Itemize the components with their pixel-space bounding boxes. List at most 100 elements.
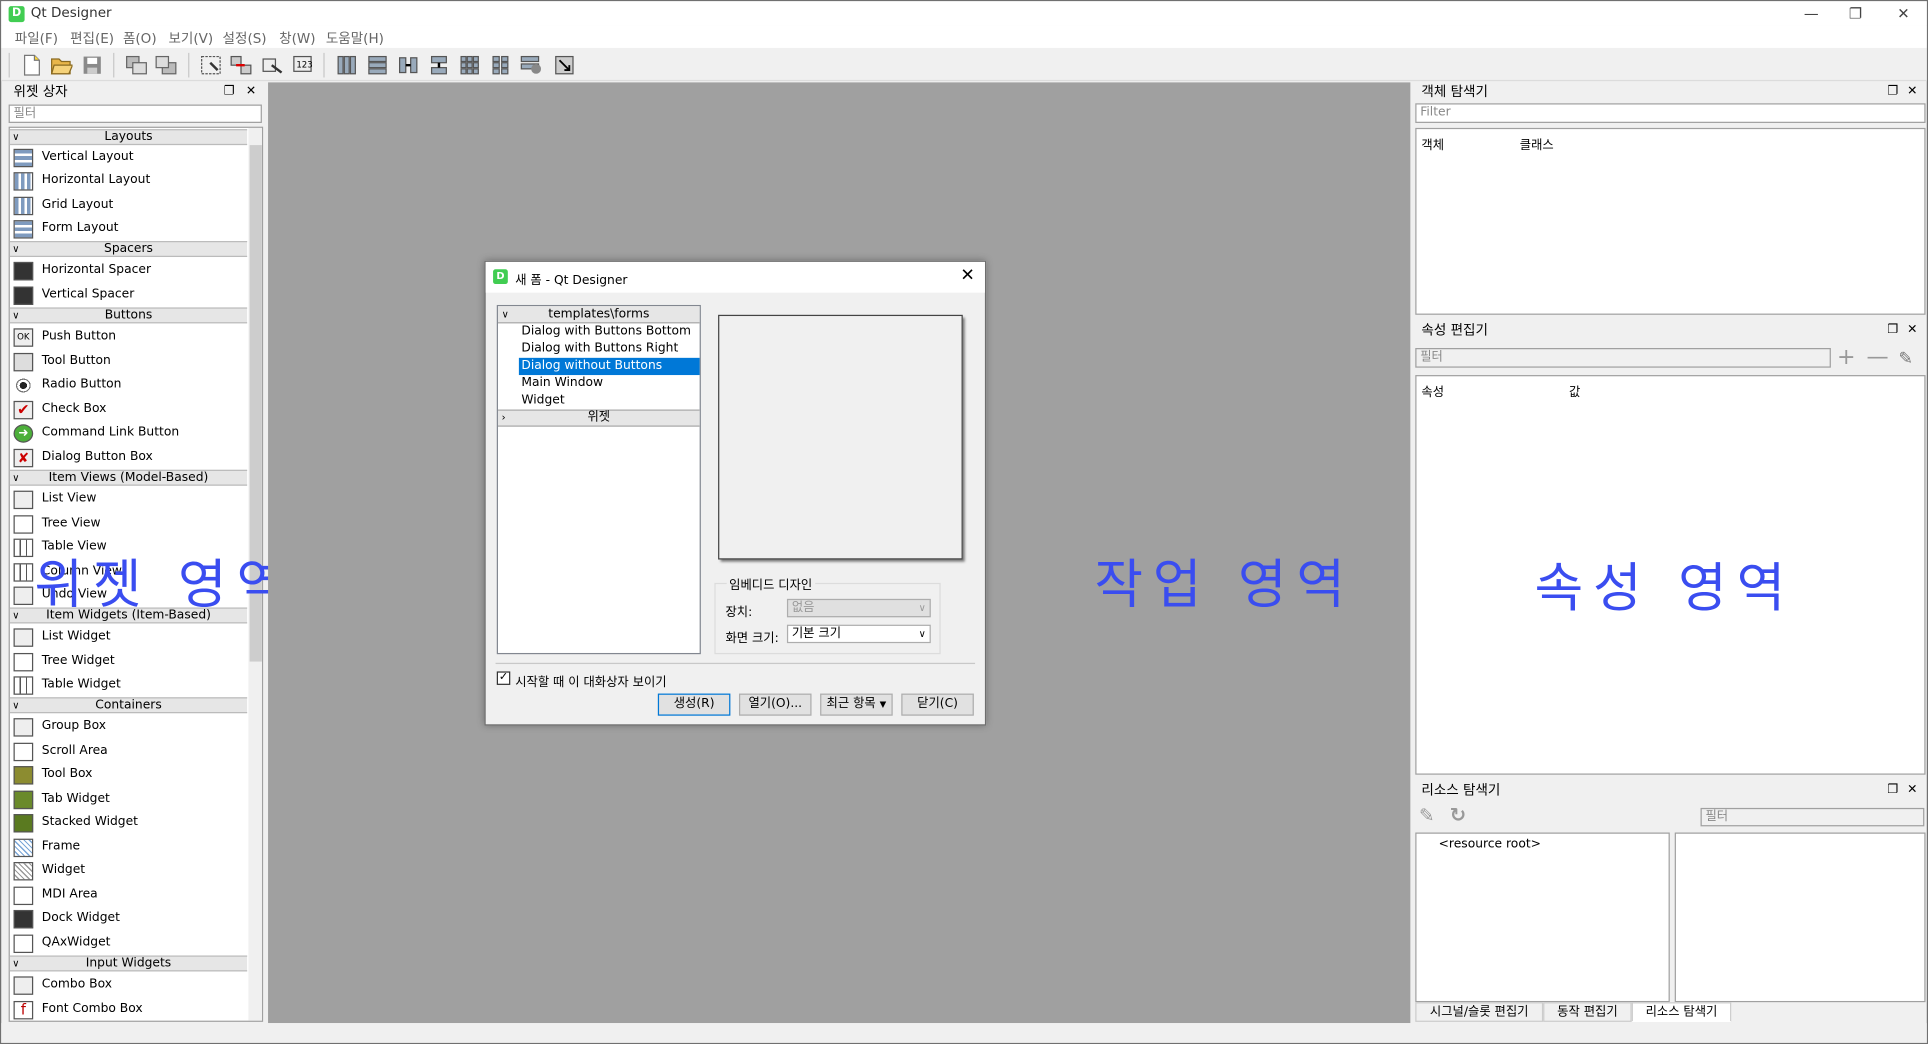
device-combo[interactable]: 없음 ∨ <box>786 598 931 618</box>
list-item[interactable]: Group Box <box>13 716 248 738</box>
resource-root-item[interactable]: <resource root> <box>1439 837 1541 851</box>
list-item[interactable]: List View <box>13 488 248 510</box>
send-back-icon[interactable] <box>123 52 149 78</box>
tab-action-editor[interactable]: 동작 편집기 <box>1543 1002 1632 1022</box>
tab-resource-browser[interactable]: 리소스 탐색기 <box>1631 1002 1732 1022</box>
list-item[interactable]: Grid Layout <box>13 194 248 216</box>
bring-front-icon[interactable] <box>152 52 178 78</box>
edit-signals-icon[interactable] <box>227 52 253 78</box>
list-item[interactable]: Tree View <box>13 513 248 535</box>
close-icon[interactable]: ✕ <box>1907 82 1917 100</box>
menu-form[interactable]: 폼(O) <box>123 28 157 48</box>
dialog-close-icon[interactable]: ✕ <box>960 266 974 286</box>
list-item[interactable]: Radio Button <box>13 374 248 396</box>
create-button[interactable]: 생성(R) <box>657 693 731 716</box>
template-item[interactable]: Dialog with Buttons Right <box>519 341 700 358</box>
restore-button[interactable]: ❐ <box>1831 1 1880 26</box>
layout-splitter-v-icon[interactable] <box>425 52 451 78</box>
break-layout-icon[interactable] <box>518 52 544 78</box>
recent-button[interactable]: 최근 항목 ▼ <box>820 693 893 716</box>
list-item[interactable]: ➜ Command Link Button <box>13 422 248 444</box>
close-window-button[interactable]: ✕ <box>1879 1 1928 26</box>
class-column-header[interactable]: 클래스 <box>1520 134 1554 153</box>
list-item[interactable]: ✘ Dialog Button Box <box>13 446 248 468</box>
list-item[interactable]: Tree Widget <box>13 651 248 673</box>
template-item[interactable]: Dialog with Buttons Bottom <box>519 323 700 340</box>
float-icon[interactable]: ❐ <box>1887 321 1898 339</box>
template-item[interactable]: Main Window <box>519 375 700 392</box>
list-item[interactable]: Stacked Widget <box>13 812 248 834</box>
list-item[interactable]: Combo Box <box>13 974 248 996</box>
startup-checkbox[interactable]: ✓ <box>496 671 511 685</box>
save-icon[interactable] <box>79 52 105 78</box>
template-item[interactable]: Widget <box>519 392 700 409</box>
screen-size-combo[interactable]: 기본 크기 ∨ <box>786 624 931 644</box>
list-item[interactable]: ✔ Check Box <box>13 398 248 420</box>
list-item[interactable]: Widget <box>13 860 248 882</box>
open-folder-icon[interactable] <box>48 52 74 78</box>
list-item[interactable]: Tool Box <box>13 764 248 786</box>
edit-widgets-icon[interactable] <box>198 52 224 78</box>
menu-view[interactable]: 보기(V) <box>168 28 213 48</box>
list-item[interactable]: Horizontal Layout <box>13 170 248 192</box>
property-column-header[interactable]: 속성 <box>1421 381 1444 400</box>
list-item[interactable]: QAxWidget <box>13 932 248 954</box>
close-icon[interactable]: ✕ <box>1907 781 1917 799</box>
list-item[interactable]: Scroll Area <box>13 740 248 762</box>
list-item[interactable]: OK Push Button <box>13 326 248 348</box>
resource-filter-input[interactable]: 필터 <box>1700 807 1925 827</box>
float-icon[interactable]: ❐ <box>224 82 235 100</box>
category-item-views[interactable]: ∨ Item Views (Model-Based) <box>9 469 248 486</box>
widget-filter-input[interactable]: 필터 <box>8 104 262 123</box>
list-item[interactable]: Vertical Layout <box>13 146 248 168</box>
list-item[interactable]: Tool Button <box>13 350 248 372</box>
adjust-size-icon[interactable] <box>551 52 577 78</box>
tab-signal-slot-editor[interactable]: 시그널/슬롯 편집기 <box>1415 1002 1544 1022</box>
configure-wrench-icon[interactable]: ✎ <box>1899 347 1913 372</box>
list-item[interactable]: List Widget <box>13 626 248 648</box>
category-layouts[interactable]: ∨ Layouts <box>9 129 248 146</box>
layout-horizontal-icon[interactable] <box>333 52 359 78</box>
layout-form-icon[interactable] <box>487 52 513 78</box>
list-item[interactable]: Dock Widget <box>13 908 248 930</box>
remove-property-icon[interactable]: — <box>1867 345 1889 371</box>
list-item[interactable]: Vertical Spacer <box>13 284 248 306</box>
add-property-icon[interactable]: + <box>1837 345 1856 371</box>
category-containers[interactable]: ∨ Containers <box>9 697 248 714</box>
float-icon[interactable]: ❐ <box>1887 781 1898 799</box>
layout-splitter-h-icon[interactable] <box>395 52 421 78</box>
edit-tab-order-icon[interactable]: 123 <box>290 52 316 78</box>
edit-resources-icon[interactable]: ✎ <box>1419 804 1434 826</box>
property-filter-input[interactable]: 필터 <box>1415 348 1831 368</box>
object-filter-input[interactable]: Filter <box>1415 103 1926 123</box>
template-item-selected[interactable]: Dialog without Buttons <box>518 357 700 376</box>
float-icon[interactable]: ❐ <box>1887 82 1898 100</box>
category-buttons[interactable]: ∨ Buttons <box>9 307 248 324</box>
value-column-header[interactable]: 값 <box>1569 381 1580 400</box>
close-button[interactable]: 닫기(C) <box>901 693 974 716</box>
list-item[interactable]: Horizontal Spacer <box>13 259 248 281</box>
menu-help[interactable]: 도움말(H) <box>326 28 384 48</box>
list-item[interactable]: Form Layout <box>13 218 248 240</box>
menu-settings[interactable]: 설정(S) <box>223 28 267 48</box>
list-item[interactable]: Frame <box>13 836 248 858</box>
close-icon[interactable]: ✕ <box>246 82 256 100</box>
list-item[interactable]: Table Widget <box>13 674 248 696</box>
edit-buddies-icon[interactable] <box>259 52 285 78</box>
object-column-header[interactable]: 객체 <box>1421 134 1444 153</box>
list-item[interactable]: f Font Combo Box <box>13 999 248 1021</box>
menu-edit[interactable]: 편집(E) <box>70 28 114 48</box>
list-item[interactable]: Tab Widget <box>13 788 248 810</box>
reload-icon[interactable]: ↻ <box>1450 803 1466 826</box>
close-icon[interactable]: ✕ <box>1907 321 1917 339</box>
menu-file[interactable]: 파일(F) <box>15 28 58 48</box>
category-spacers[interactable]: ∨ Spacers <box>9 241 248 258</box>
layout-vertical-icon[interactable] <box>364 52 390 78</box>
category-input-widgets[interactable]: ∨ Input Widgets <box>9 955 248 972</box>
minimize-button[interactable]: — <box>1787 1 1836 26</box>
open-button[interactable]: 열기(O)... <box>738 693 812 716</box>
menu-window[interactable]: 창(W) <box>279 28 315 48</box>
widgets-group-header[interactable]: › 위젯 <box>497 409 700 427</box>
new-file-icon[interactable] <box>18 52 44 78</box>
layout-grid-icon[interactable] <box>456 52 482 78</box>
